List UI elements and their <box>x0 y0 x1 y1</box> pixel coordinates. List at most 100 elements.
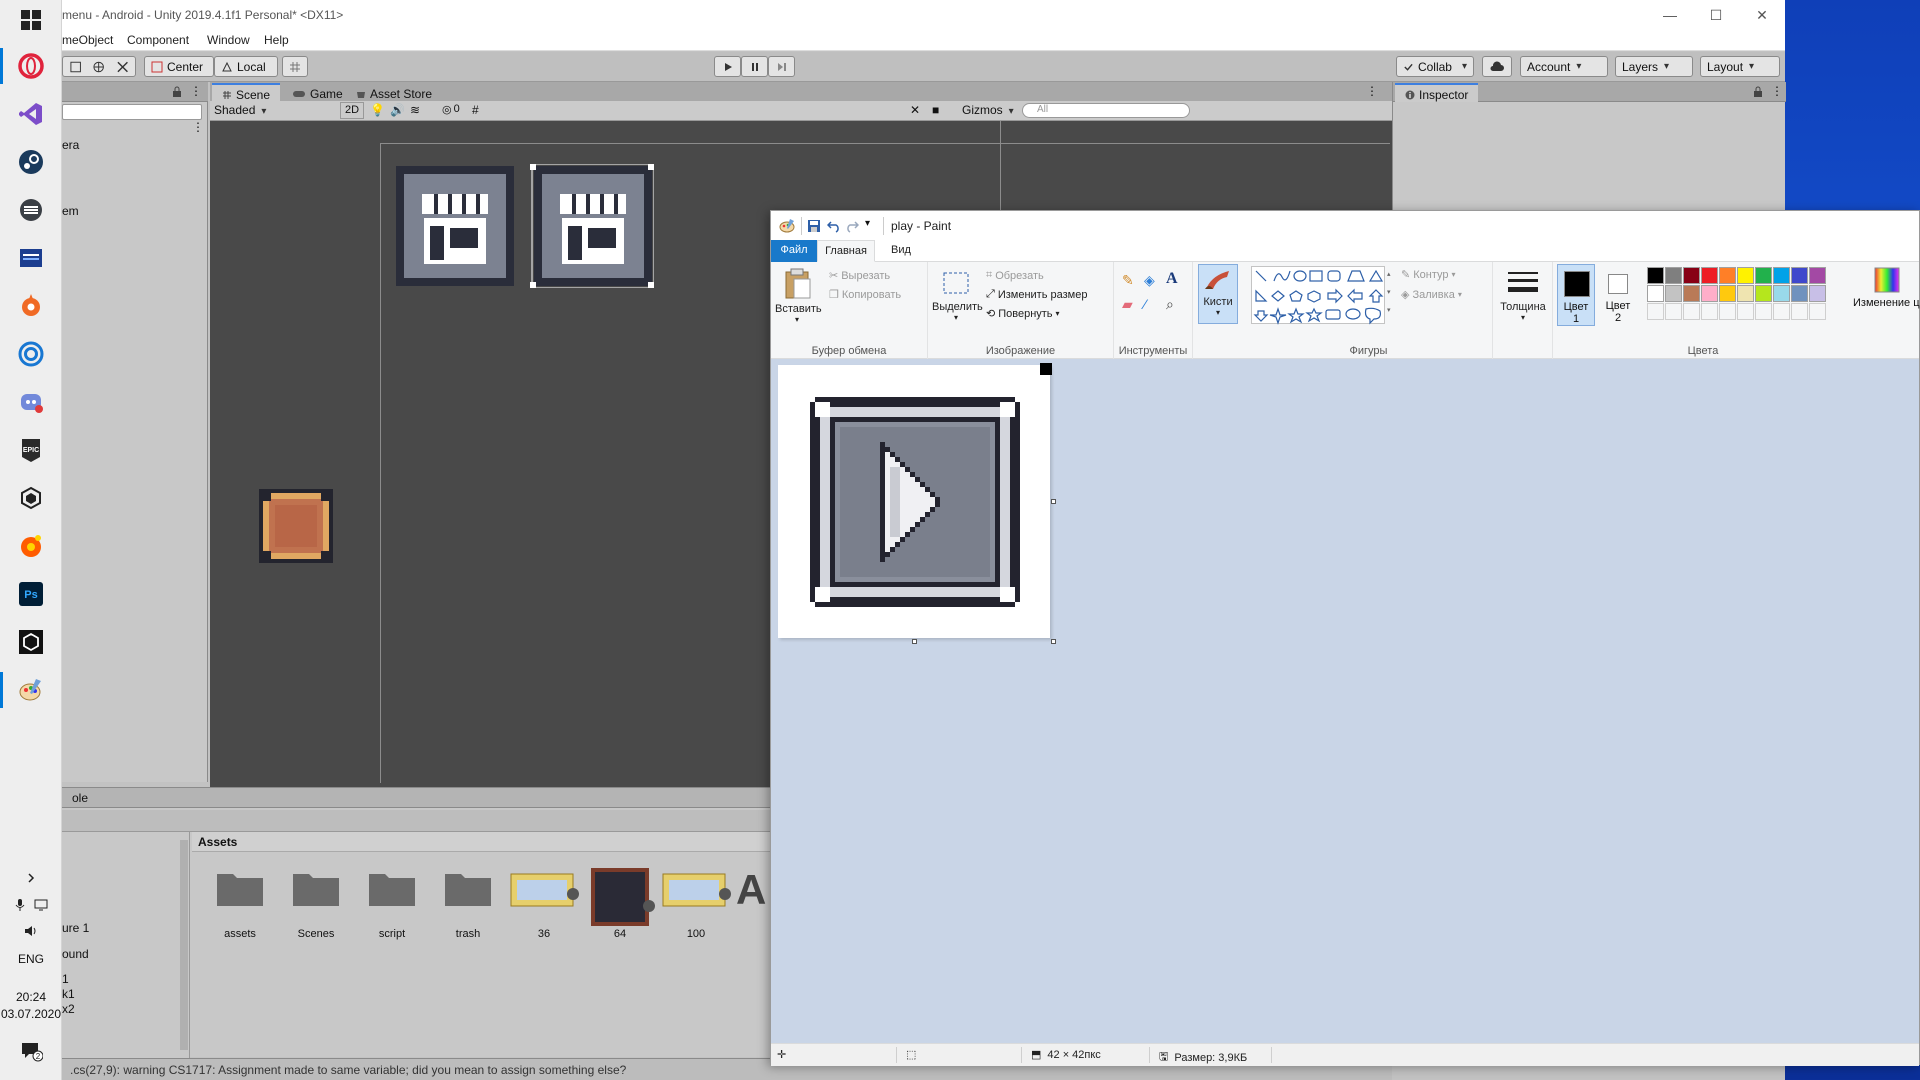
account-dropdown[interactable]: Account <box>1520 56 1608 77</box>
asset-folder-trash[interactable]: trash <box>433 868 503 940</box>
scene-search-input[interactable]: All <box>1022 103 1190 118</box>
shapes-scroll[interactable]: ▴ ▾ ▾ <box>1387 266 1393 324</box>
color1-button[interactable]: Цвет 1 <box>1557 264 1595 326</box>
copy-button[interactable]: ❐ Копировать <box>829 288 901 302</box>
volume-icon[interactable] <box>0 924 62 941</box>
clock-date[interactable]: 03.07.2020 <box>0 1007 62 1021</box>
color-swatch[interactable] <box>1701 267 1718 284</box>
tab-scene[interactable]: Scene <box>212 83 281 102</box>
folder-tree-item[interactable]: ound <box>62 947 89 961</box>
tab-home[interactable]: Главная <box>817 240 875 262</box>
color-swatch[interactable] <box>1647 285 1664 302</box>
size-button[interactable]: Толщина ▾ <box>1497 268 1549 322</box>
unity-hub-icon[interactable] <box>15 482 47 514</box>
magnifier-icon[interactable]: ⌕ <box>1166 296 1174 313</box>
color-swatch[interactable] <box>1791 267 1808 284</box>
scene-panel-menu-icon[interactable]: ⋮ <box>1366 84 1378 98</box>
pause-button[interactable] <box>741 56 768 77</box>
window-app-icon[interactable] <box>15 242 47 274</box>
maximize-icon[interactable]: ☐ <box>1693 0 1739 30</box>
color-swatch[interactable] <box>1791 285 1808 302</box>
color-swatch[interactable] <box>1773 267 1790 284</box>
effects-toggle-icon[interactable]: ≋ <box>410 103 420 117</box>
uplay-icon[interactable] <box>15 338 47 370</box>
origin-orange-icon[interactable] <box>15 290 47 322</box>
minimize-icon[interactable]: — <box>1647 0 1693 30</box>
asset-folder-script[interactable]: script <box>357 868 427 940</box>
color-swatch[interactable] <box>1701 285 1718 302</box>
select-dropdown-icon[interactable]: ▾ <box>932 313 980 322</box>
tab-file[interactable]: Файл <box>771 240 817 262</box>
layers-dropdown[interactable]: Layers <box>1615 56 1693 77</box>
clock-time[interactable]: 20:24 <box>0 990 62 1004</box>
resize-handle-bottom[interactable] <box>912 639 917 644</box>
resize-handle-right[interactable] <box>1051 499 1056 504</box>
folder-tree-item[interactable]: k1 <box>62 987 75 1001</box>
shading-mode-dropdown[interactable]: Shaded <box>214 103 322 117</box>
paint-app-icon[interactable] <box>779 218 795 234</box>
start-icon[interactable] <box>15 4 47 36</box>
custom-color-slot[interactable] <box>1791 303 1808 320</box>
menu-help[interactable]: Help <box>264 33 289 47</box>
custom-color-slot[interactable] <box>1701 303 1718 320</box>
paint-icon[interactable] <box>15 674 47 706</box>
notifications-icon[interactable]: 2 <box>0 1040 62 1065</box>
color-picker-icon[interactable]: ⁄ <box>1144 296 1146 312</box>
lighting-toggle-icon[interactable]: 💡 <box>370 103 385 117</box>
undo-icon[interactable] <box>827 219 841 233</box>
folder-tree-scrollbar[interactable] <box>180 840 188 1050</box>
origin-icon[interactable] <box>15 194 47 226</box>
color-swatch[interactable] <box>1647 267 1664 284</box>
custom-color-slot[interactable] <box>1719 303 1736 320</box>
rotate-dropdown-icon[interactable]: ▾ <box>1056 309 1060 318</box>
color-swatch[interactable] <box>1755 267 1772 284</box>
unity-icon[interactable] <box>15 626 47 658</box>
hierarchy-item-system[interactable]: em <box>62 204 79 218</box>
tab-view[interactable]: Вид <box>881 240 921 262</box>
resize-button[interactable]: ⤢ Изменить размер <box>986 288 1087 301</box>
color-swatch[interactable] <box>1737 285 1754 302</box>
paste-button[interactable]: Вставить ▾ <box>775 268 822 324</box>
menu-component[interactable]: Component <box>127 33 189 47</box>
folder-tree-item[interactable]: 1 <box>62 972 69 986</box>
transform-tools[interactable] <box>62 56 136 77</box>
paint-canvas-area[interactable] <box>771 359 1919 1043</box>
custom-tool-icon[interactable] <box>116 60 129 74</box>
menu-gameobject[interactable]: meObject <box>62 33 113 47</box>
grid-snap-button[interactable] <box>282 56 308 77</box>
asset-font-193[interactable]: A 193 <box>732 868 772 912</box>
fill-bucket-icon[interactable]: ◈ <box>1144 272 1155 289</box>
opera-icon[interactable] <box>15 50 47 82</box>
network-icon[interactable] <box>34 898 48 912</box>
cut-button[interactable]: ✂ Вырезать <box>829 269 890 283</box>
color-swatch[interactable] <box>1809 285 1826 302</box>
color-swatch[interactable] <box>1719 267 1736 284</box>
tab-console[interactable]: ole <box>62 789 98 808</box>
tab-game[interactable]: Game <box>282 83 353 102</box>
color-swatch[interactable] <box>1737 267 1754 284</box>
custom-color-slot[interactable] <box>1665 303 1682 320</box>
custom-color-slot[interactable] <box>1683 303 1700 320</box>
show-hidden-icons-chevron-icon[interactable] <box>0 872 62 887</box>
customize-qat-icon[interactable]: ▾ <box>865 218 870 229</box>
crate-sprite[interactable] <box>259 489 333 563</box>
toggle-2d-button[interactable]: 2D <box>340 102 364 119</box>
color-swatch[interactable] <box>1809 267 1826 284</box>
tab-inspector[interactable]: Inspector <box>1395 83 1479 102</box>
gizmos-dropdown[interactable]: Gizmos <box>962 103 1014 117</box>
inspector-menu-icon[interactable]: ⋮ <box>1771 84 1783 98</box>
brushes-dropdown-icon[interactable]: ▾ <box>1199 308 1237 317</box>
paste-dropdown-icon[interactable]: ▾ <box>775 315 819 324</box>
cloud-button[interactable] <box>1482 56 1512 77</box>
color2-button[interactable]: Цвет 2 <box>1599 264 1637 326</box>
asset-sprite-100[interactable]: 100 <box>661 868 731 940</box>
epic-games-icon[interactable]: EPIC <box>15 434 47 466</box>
pivot-local-toggle[interactable]: Local <box>214 56 278 77</box>
layout-dropdown[interactable]: Layout <box>1700 56 1780 77</box>
asset-sprite-64[interactable]: 64 <box>585 868 655 940</box>
rect-tool-icon[interactable] <box>69 60 82 74</box>
custom-color-slot[interactable] <box>1809 303 1826 320</box>
color-swatch[interactable] <box>1665 267 1682 284</box>
select-button[interactable]: Выделить ▾ <box>932 268 983 322</box>
outline-dropdown[interactable]: ✎ Контур ▾ <box>1401 268 1456 282</box>
